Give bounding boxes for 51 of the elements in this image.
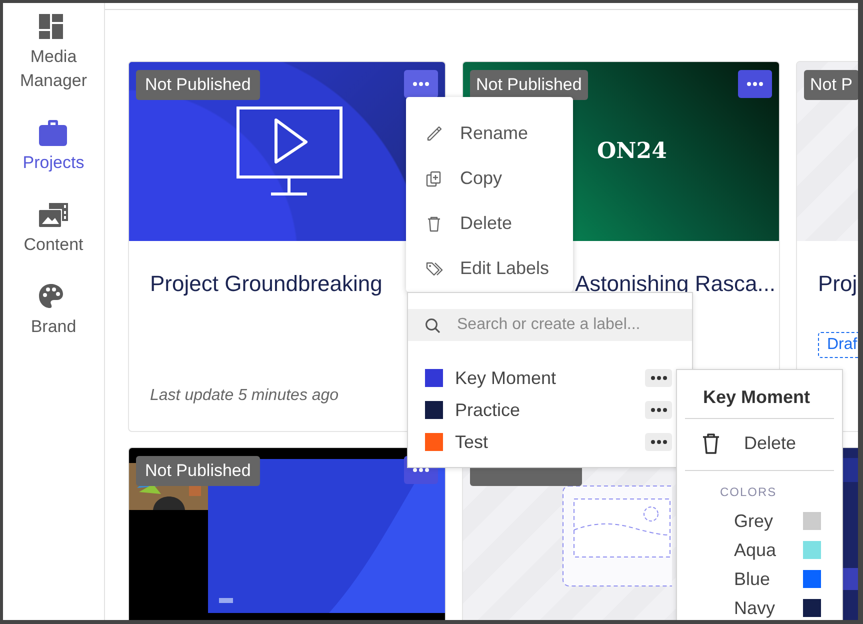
copy-icon — [426, 170, 443, 186]
images-icon — [38, 202, 68, 229]
search-field[interactable]: Search or create a label... — [408, 309, 692, 341]
color-swatch[interactable] — [803, 599, 821, 617]
label-name[interactable]: Key Moment — [455, 368, 645, 388]
color-swatch[interactable] — [803, 512, 821, 530]
section-heading: COLORS — [719, 484, 778, 500]
tag-icon — [426, 260, 443, 276]
status-tag: Draf — [818, 332, 858, 358]
project-title[interactable]: Proj — [818, 269, 858, 299]
more-button[interactable] — [645, 369, 672, 387]
nav-item[interactable]: Projects — [8, 120, 98, 175]
delete-button[interactable]: Delete — [677, 419, 796, 467]
search-icon — [425, 318, 440, 333]
color-swatch[interactable] — [803, 541, 821, 559]
status-badge: Not P — [804, 70, 858, 100]
dots-icon — [746, 81, 764, 87]
more-button[interactable] — [645, 401, 672, 419]
pencil-icon — [426, 126, 443, 142]
dots-icon — [650, 375, 668, 381]
more-button[interactable] — [645, 433, 672, 451]
menu-item[interactable]: Rename — [406, 111, 573, 156]
color-name[interactable]: Navy — [734, 598, 803, 618]
more-button[interactable] — [738, 70, 772, 98]
menu-item[interactable]: Delete — [406, 201, 573, 246]
dots-icon — [650, 407, 668, 413]
nav-item[interactable]: Content — [8, 202, 98, 257]
monitor-play-icon — [236, 106, 343, 196]
dots-icon — [650, 439, 668, 445]
popup-title: Key Moment — [702, 386, 812, 409]
color-name[interactable]: Grey — [734, 510, 803, 532]
label-name[interactable]: Test — [455, 432, 645, 452]
trash-icon — [702, 432, 720, 454]
nav-item[interactable]: Brand — [8, 284, 98, 339]
label-name[interactable]: Practice — [455, 400, 645, 420]
nav-item[interactable]: Media Manager — [8, 14, 98, 93]
color-name[interactable]: Aqua — [734, 540, 803, 560]
status-badge: Not Published — [136, 456, 260, 486]
menu-item[interactable]: Copy — [406, 156, 573, 201]
menu-item[interactable]: Edit Labels — [406, 246, 573, 291]
color-name[interactable]: Blue — [734, 568, 803, 590]
status-badge: Not Published — [470, 70, 588, 100]
logo-text: ON24 — [597, 138, 667, 164]
project-title[interactable]: Project Groundbreaking — [150, 269, 382, 299]
last-update-text: Last update 5 minutes ago — [150, 387, 340, 405]
dots-icon — [412, 81, 430, 87]
more-button[interactable] — [404, 70, 438, 98]
color-swatch[interactable] — [803, 570, 821, 588]
status-badge: Not Published — [136, 70, 260, 100]
briefcase-icon — [38, 120, 68, 147]
trash-icon — [426, 216, 443, 232]
